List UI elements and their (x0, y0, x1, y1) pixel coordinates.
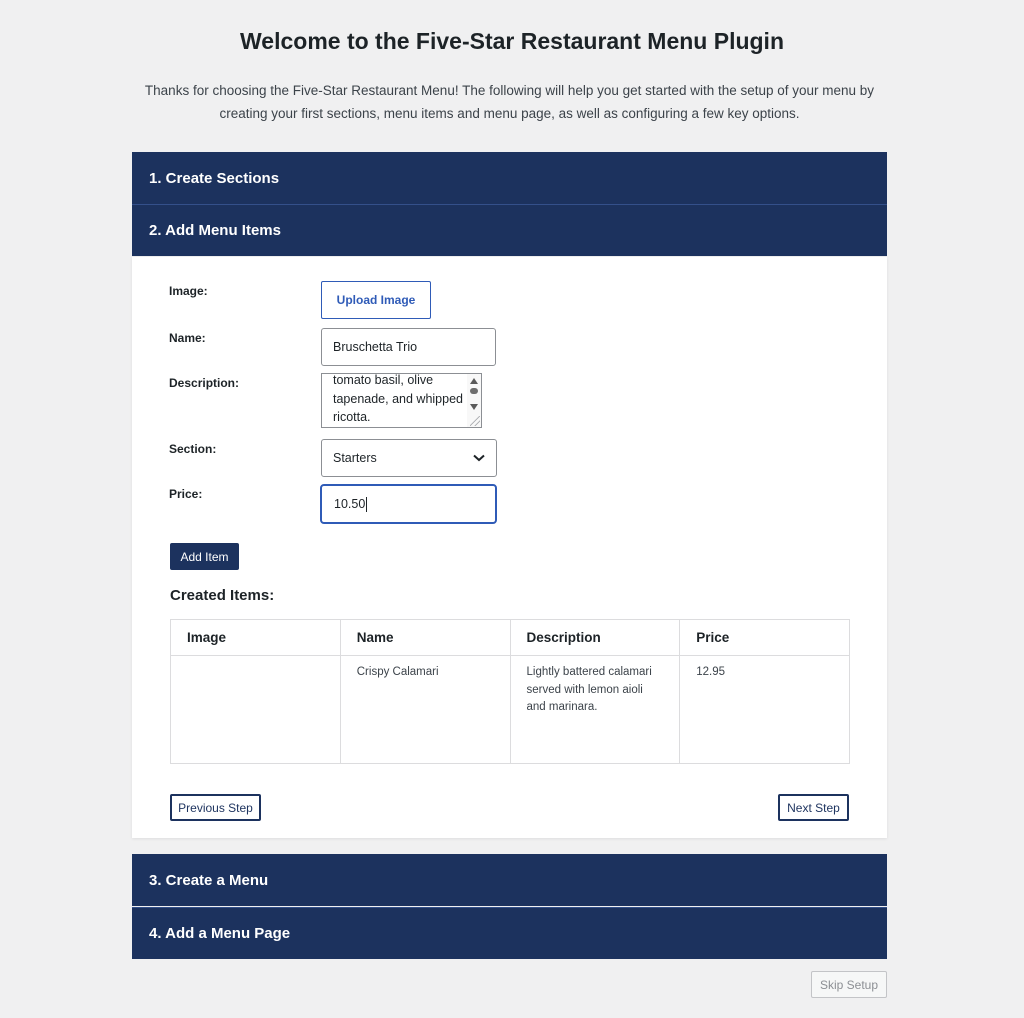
table-row: Crispy Calamari Lightly battered calamar… (170, 655, 850, 764)
next-step-button[interactable]: Next Step (778, 794, 849, 821)
created-items-table: Image Name Description Price Crispy Cala… (170, 619, 850, 764)
scroll-thumb[interactable] (470, 388, 478, 394)
previous-step-button[interactable]: Previous Step (170, 794, 261, 821)
image-label: Image: (169, 284, 208, 298)
description-text: tomato basil, olive tapenade, and whippe… (333, 373, 463, 424)
page-title: Welcome to the Five-Star Restaurant Menu… (240, 28, 784, 54)
resize-grip-icon[interactable] (470, 416, 480, 426)
column-header-price: Price (679, 619, 850, 656)
scroll-down-arrow-icon[interactable] (470, 404, 478, 410)
step-label: 3. Create a Menu (149, 871, 269, 889)
price-value: 10.50 (334, 497, 366, 511)
description-label: Description: (169, 376, 240, 390)
cell-name: Crispy Calamari (339, 655, 511, 764)
section-selected-value: Starters (333, 451, 377, 465)
column-header-description: Description (509, 619, 681, 656)
step-label: 2. Add Menu Items (149, 222, 281, 239)
step-create-sections[interactable]: 1. Create Sections (132, 152, 887, 204)
intro-text: Thanks for choosing the Five-Star Restau… (144, 83, 875, 121)
column-header-name: Name (339, 619, 511, 656)
cell-price: 12.95 (679, 655, 850, 764)
section-select[interactable]: Starters (321, 439, 497, 477)
created-items-title: Created Items: (170, 587, 275, 604)
cell-image (170, 655, 341, 764)
chevron-down-icon (473, 454, 485, 462)
step-add-menu-items[interactable]: 2. Add Menu Items (132, 204, 887, 256)
description-textarea[interactable]: tomato basil, olive tapenade, and whippe… (321, 373, 482, 428)
step-label: 1. Create Sections (149, 169, 280, 187)
upload-image-button[interactable]: Upload Image (321, 281, 431, 319)
text-cursor (366, 496, 368, 512)
table-header-row: Image Name Description Price (170, 619, 850, 656)
column-header-image: Image (170, 619, 341, 656)
name-label: Name: (169, 331, 206, 345)
skip-setup-button[interactable]: Skip Setup (811, 971, 887, 998)
price-label: Price: (169, 487, 203, 501)
step-label: 4. Add a Menu Page (149, 925, 291, 942)
scroll-up-arrow-icon[interactable] (470, 378, 478, 384)
add-item-button[interactable]: Add Item (170, 543, 239, 570)
cell-description: Lightly battered calamari served with le… (509, 655, 681, 764)
add-menu-items-panel: Image: Upload Image Name: Description: t… (132, 257, 887, 838)
name-input[interactable] (321, 328, 496, 366)
step-add-a-menu-page[interactable]: 4. Add a Menu Page (132, 907, 887, 959)
section-label: Section: (169, 442, 217, 456)
step-create-a-menu[interactable]: 3. Create a Menu (132, 854, 887, 906)
price-input[interactable]: 10.50 (320, 484, 497, 524)
